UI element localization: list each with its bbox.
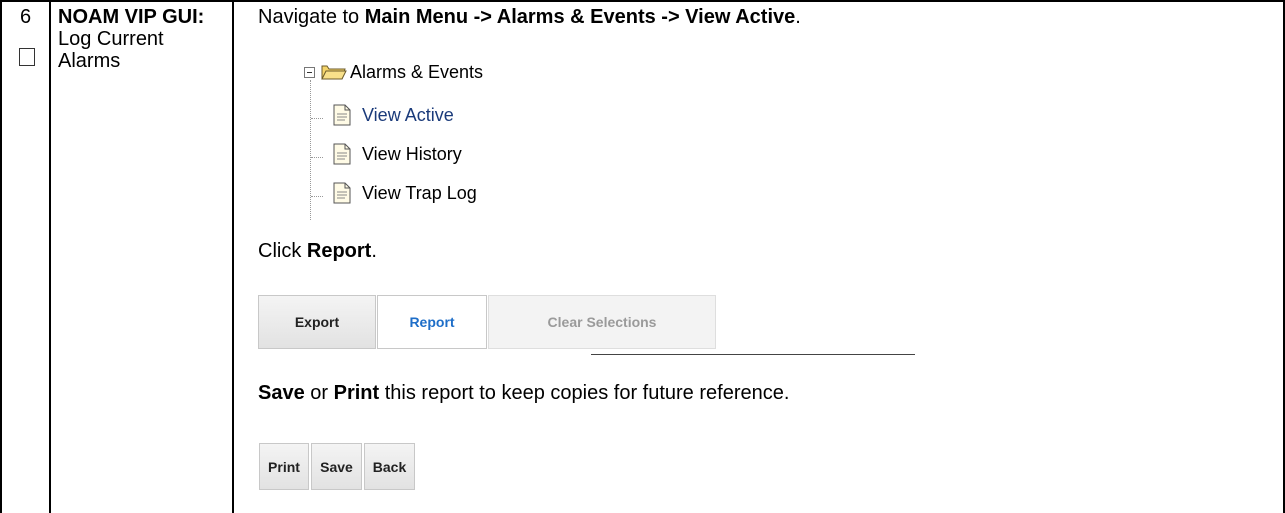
step-title-bold: NOAM VIP GUI: (58, 6, 205, 28)
click-suffix: . (371, 240, 377, 262)
column-divider-2 (232, 0, 234, 513)
click-target: Report (306, 240, 372, 262)
tree-item-view-active[interactable]: View Active (362, 105, 454, 126)
save-suffix: this report to keep copies for future re… (379, 382, 790, 404)
clear-selections-button[interactable]: Clear Selections (488, 295, 716, 349)
column-divider-1 (49, 0, 51, 513)
tree-guide-line (310, 80, 311, 220)
navigate-prefix: Navigate to (258, 6, 365, 28)
tree-root-alarms-events[interactable]: Alarms & Events (350, 62, 483, 83)
navigate-instruction: Navigate to Main Menu -> Alarms & Events… (258, 6, 801, 29)
navigate-path: Main Menu -> Alarms & Events -> View Act… (364, 6, 796, 28)
navigate-suffix: . (795, 6, 801, 28)
procedure-table: 6 NOAM VIP GUI: Log Current Alarms Navig… (0, 0, 1285, 513)
print-word: Print (333, 382, 380, 404)
tree-branch (311, 118, 323, 119)
print-button[interactable]: Print (259, 443, 309, 490)
step-number: 6 (20, 6, 32, 28)
document-icon (333, 143, 351, 165)
or-word: or (304, 382, 334, 404)
tree-branch (311, 196, 323, 197)
tree-item-view-history[interactable]: View History (362, 144, 462, 165)
back-button[interactable]: Back (364, 443, 415, 490)
tree-branch (311, 157, 323, 158)
table-top-border (0, 0, 1285, 2)
save-print-instruction: Save or Print this report to keep copies… (258, 382, 789, 405)
step-title: NOAM VIP GUI: Log Current Alarms (58, 6, 228, 72)
save-word: Save (258, 382, 305, 404)
document-icon (333, 104, 351, 126)
click-instruction: Click Report. (258, 240, 377, 263)
folder-open-icon (321, 65, 347, 80)
report-button[interactable]: Report (377, 295, 487, 349)
table-left-border (0, 0, 2, 513)
tree-item-view-trap-log[interactable]: View Trap Log (362, 183, 477, 204)
export-button[interactable]: Export (258, 295, 376, 349)
collapse-icon[interactable] (304, 67, 315, 78)
save-button[interactable]: Save (311, 443, 362, 490)
step-title-rest: Log Current Alarms (58, 28, 164, 72)
click-prefix: Click (258, 240, 307, 262)
toolbar-underline (591, 354, 915, 355)
step-checkbox[interactable] (19, 48, 35, 66)
document-icon (333, 182, 351, 204)
